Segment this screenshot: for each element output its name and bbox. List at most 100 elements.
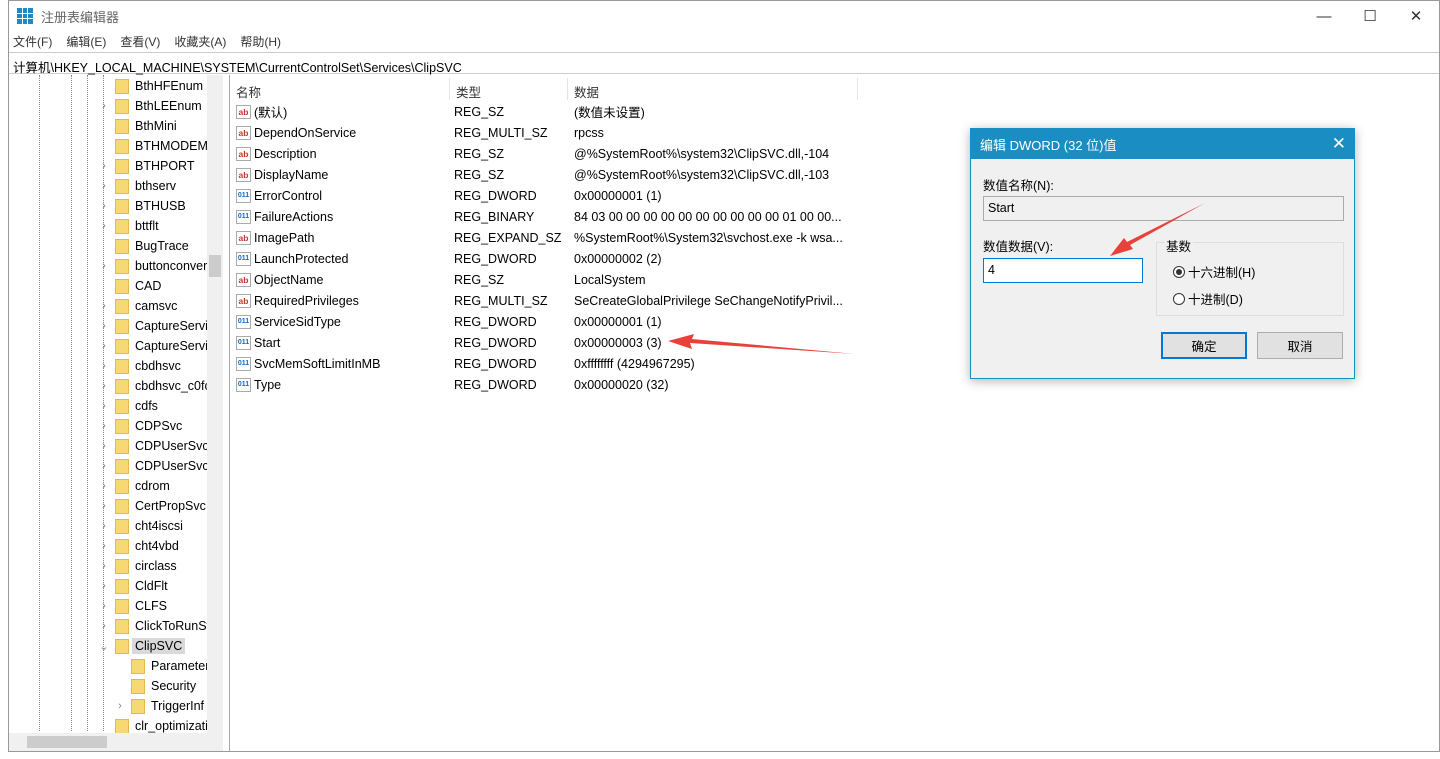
column-type[interactable]: 类型 xyxy=(450,78,568,100)
tree-item[interactable]: ⌄ ClipSVC xyxy=(97,636,186,656)
value-row[interactable]: ab (默认) REG_SZ (数值未设置) xyxy=(236,101,645,122)
dialog-title: 编辑 DWORD (32 位)值 xyxy=(971,129,1354,159)
tree-item[interactable]: › CLFS xyxy=(97,596,167,616)
value-row[interactable]: ab RequiredPrivileges REG_MULTI_SZ SeCreate… xyxy=(236,290,843,311)
tree-item[interactable]: BthMini xyxy=(97,116,177,136)
tree-item[interactable]: › cbdhsvc_c0fc xyxy=(97,376,211,396)
tree-item[interactable]: › bthserv xyxy=(97,176,176,196)
folder-icon xyxy=(115,438,129,454)
tree-item[interactable]: › CDPUserSvc_ xyxy=(97,456,216,476)
ok-button[interactable]: 确定 xyxy=(1161,332,1247,359)
tree-item[interactable]: › CaptureServi xyxy=(97,316,208,336)
cancel-button[interactable]: 取消 xyxy=(1257,332,1343,359)
tree-item[interactable]: › CaptureServi xyxy=(97,336,208,356)
tree-item[interactable]: › camsvc xyxy=(97,296,177,316)
minimize-button[interactable]: — xyxy=(1301,1,1347,31)
menu-item[interactable]: 查看(V) xyxy=(120,33,160,50)
value-row[interactable]: ab DisplayName REG_SZ @%SystemRoot%\system3… xyxy=(236,164,829,185)
tree-item[interactable]: › BthLEEnum xyxy=(97,96,202,116)
expander-icon[interactable]: › xyxy=(97,380,111,392)
tree-item[interactable]: › ClickToRunSv xyxy=(97,616,213,636)
hex-radio[interactable]: 十六进制(H) xyxy=(1173,262,1255,281)
tree-item[interactable]: BthHFEnum xyxy=(97,76,203,96)
tree-item[interactable]: › buttonconver xyxy=(97,256,207,276)
decimal-radio[interactable]: 十进制(D) xyxy=(1173,289,1243,308)
value-row[interactable]: 011 Start REG_DWORD 0x00000003 (3) xyxy=(236,332,662,353)
column-name[interactable]: 名称 xyxy=(230,78,450,100)
tree-item[interactable]: › bttflt xyxy=(97,216,159,236)
expander-icon[interactable]: › xyxy=(97,400,111,412)
expander-icon[interactable]: › xyxy=(97,500,111,512)
value-row[interactable]: 011 ErrorControl REG_DWORD 0x00000001 (1) xyxy=(236,185,662,206)
tree-item[interactable]: › CDPSvc xyxy=(97,416,182,436)
tree-item[interactable]: › BTHPORT xyxy=(97,156,195,176)
expander-icon[interactable]: ⌄ xyxy=(97,640,111,653)
expander-icon[interactable]: › xyxy=(97,520,111,532)
expander-icon[interactable]: › xyxy=(97,220,111,232)
menu-item[interactable]: 收藏夹(A) xyxy=(174,33,226,50)
maximize-button[interactable]: ☐ xyxy=(1347,1,1393,31)
tree-item[interactable]: CAD xyxy=(97,276,161,296)
value-row[interactable]: ab ObjectName REG_SZ LocalSystem xyxy=(236,269,646,290)
menu-item[interactable]: 帮助(H) xyxy=(240,33,281,50)
tree-item[interactable]: › cdrom xyxy=(97,476,170,496)
tree-item[interactable]: Parameter xyxy=(113,656,209,676)
menu-bar: 文件(F) 编辑(E) 查看(V) 收藏夹(A) 帮助(H) xyxy=(9,31,1439,51)
expander-icon[interactable]: › xyxy=(97,360,111,372)
tree-item[interactable]: › cbdhsvc xyxy=(97,356,181,376)
tree-item[interactable]: › cht4vbd xyxy=(97,536,179,556)
expander-icon[interactable]: › xyxy=(97,600,111,612)
value-row[interactable]: 011 ServiceSidType REG_DWORD 0x00000001 (1) xyxy=(236,311,662,332)
address-bar[interactable]: 计算机\HKEY_LOCAL_MACHINE\SYSTEM\CurrentCon… xyxy=(9,52,1439,75)
value-row[interactable]: 011 FailureActions REG_BINARY 84 03 00 00 0… xyxy=(236,206,842,227)
value-row[interactable]: 011 SvcMemSoftLimitInMB REG_DWORD 0xfffffff… xyxy=(236,353,695,374)
expander-icon[interactable]: › xyxy=(97,200,111,212)
menu-item[interactable]: 编辑(E) xyxy=(66,33,106,50)
expander-icon[interactable]: › xyxy=(97,480,111,492)
value-name: RequiredPrivileges xyxy=(254,293,359,308)
tree-item-label: TriggerInf xyxy=(151,699,205,713)
column-data[interactable]: 数据 xyxy=(568,78,858,100)
tree-horizontal-scrollbar[interactable] xyxy=(9,733,223,751)
expander-icon[interactable]: › xyxy=(97,620,111,632)
expander-icon[interactable]: › xyxy=(113,700,127,712)
value-row[interactable]: ab ImagePath REG_EXPAND_SZ %SystemRoot%\Sys… xyxy=(236,227,843,248)
expander-icon[interactable]: › xyxy=(97,440,111,452)
tree-item[interactable]: BTHMODEM xyxy=(97,136,208,156)
tree-item[interactable]: › CldFlt xyxy=(97,576,168,596)
expander-icon[interactable]: › xyxy=(97,560,111,572)
tree-item[interactable]: › TriggerInf xyxy=(113,696,204,716)
dialog-close-button[interactable]: ✕ xyxy=(1332,134,1346,154)
value-name-field[interactable]: Start xyxy=(983,196,1344,221)
value-data-input[interactable]: 4 xyxy=(983,258,1143,283)
value-type: REG_DWORD xyxy=(454,188,537,203)
tree-item[interactable]: Security xyxy=(113,676,196,696)
expander-icon[interactable]: › xyxy=(97,540,111,552)
value-row[interactable]: 011 Type REG_DWORD 0x00000020 (32) xyxy=(236,374,669,395)
value-row[interactable]: 011 LaunchProtected REG_DWORD 0x00000002 (2… xyxy=(236,248,662,269)
tree-item[interactable]: › CertPropSvc xyxy=(97,496,206,516)
tree-item[interactable]: › BTHUSB xyxy=(97,196,186,216)
tree-item[interactable]: › CDPUserSvc xyxy=(97,436,209,456)
expander-icon[interactable]: › xyxy=(97,340,111,352)
close-button[interactable]: ✕ xyxy=(1393,1,1439,31)
expander-icon[interactable]: › xyxy=(97,300,111,312)
expander-icon[interactable]: › xyxy=(97,100,111,112)
tree-item[interactable]: BugTrace xyxy=(97,236,189,256)
expander-icon[interactable]: › xyxy=(97,460,111,472)
key-tree: BthHFEnum › BthLEEnum BthMini BTHMODEM › BTHPO… xyxy=(9,75,223,751)
tree-item[interactable]: › circlass xyxy=(97,556,177,576)
tree-item-label: circlass xyxy=(135,559,177,573)
expander-icon[interactable]: › xyxy=(97,160,111,172)
value-row[interactable]: ab Description REG_SZ @%SystemRoot%\system3… xyxy=(236,143,829,164)
tree-vertical-scrollbar[interactable] xyxy=(207,75,223,735)
value-row[interactable]: ab DependOnService REG_MULTI_SZ rpcss xyxy=(236,122,604,143)
expander-icon[interactable]: › xyxy=(97,580,111,592)
tree-item[interactable]: › cht4iscsi xyxy=(97,516,183,536)
expander-icon[interactable]: › xyxy=(97,420,111,432)
expander-icon[interactable]: › xyxy=(97,320,111,332)
expander-icon[interactable]: › xyxy=(97,180,111,192)
tree-item[interactable]: › cdfs xyxy=(97,396,158,416)
menu-item[interactable]: 文件(F) xyxy=(13,33,52,50)
expander-icon[interactable]: › xyxy=(97,260,111,272)
